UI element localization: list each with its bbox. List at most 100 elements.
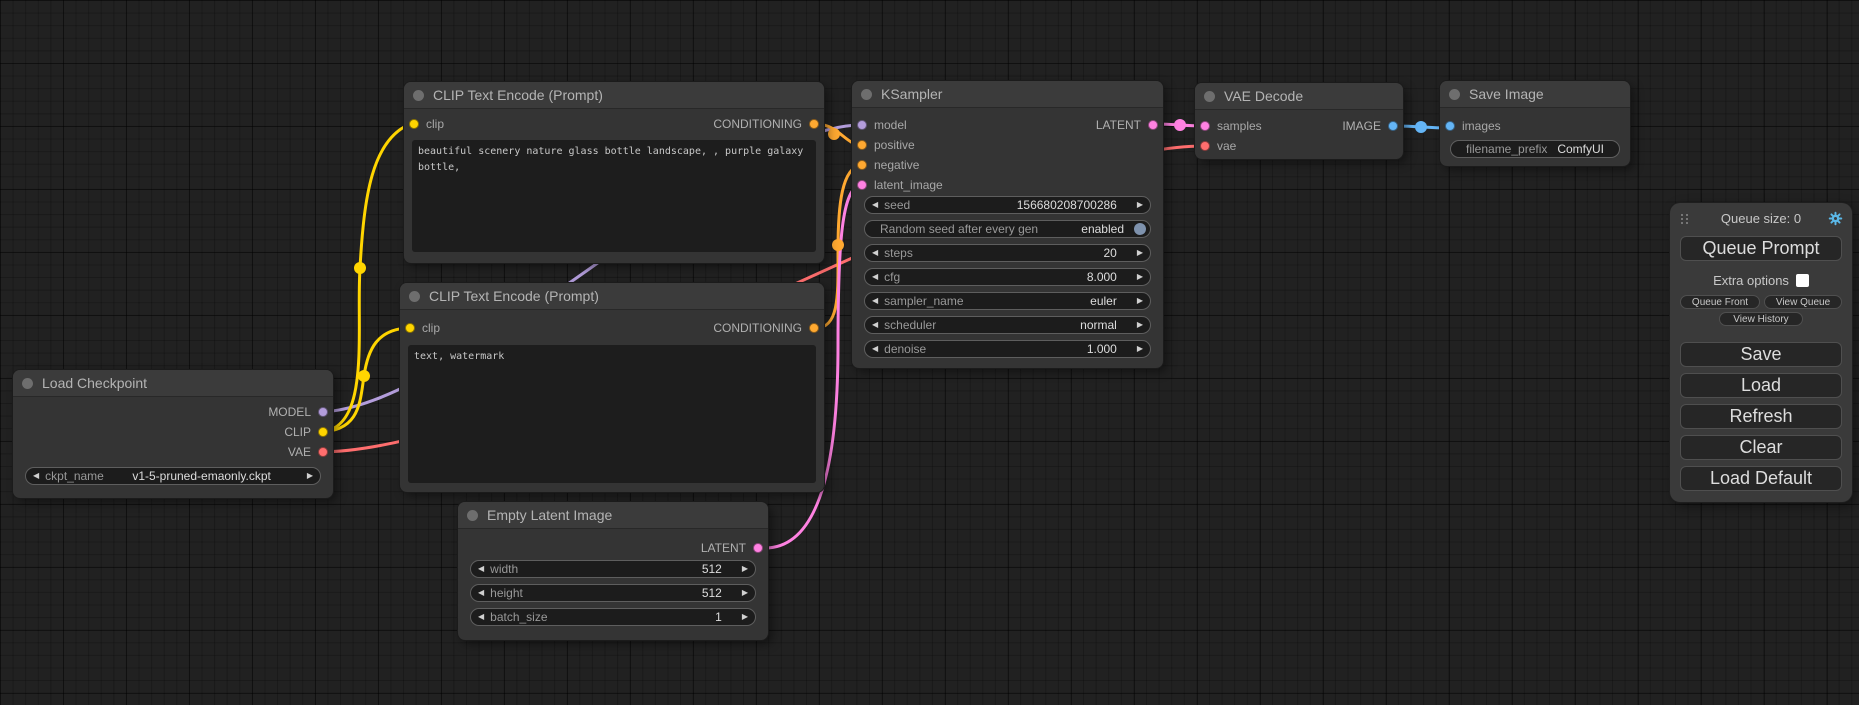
widget-label: sampler_name (884, 294, 963, 308)
toggle-dot[interactable] (1134, 223, 1146, 235)
widget-value: euler (1090, 294, 1117, 308)
increment-arrow-icon[interactable]: ▶ (1137, 345, 1143, 353)
node-title-bar[interactable]: Save Image (1440, 81, 1630, 108)
node-title-bar[interactable]: VAE Decode (1195, 83, 1403, 110)
increment-arrow-icon[interactable]: ▶ (742, 565, 748, 573)
node-clip-text-encode-negative[interactable]: CLIP Text Encode (Prompt) clip CONDITION… (400, 283, 824, 492)
load-default-button[interactable]: Load Default (1680, 466, 1842, 491)
port-row: positive (852, 135, 1163, 155)
settings-gear-icon[interactable] (1828, 211, 1843, 226)
output-port-vae[interactable] (318, 447, 328, 457)
increment-arrow-icon[interactable]: ▶ (742, 589, 748, 597)
extra-options-checkbox[interactable] (1796, 274, 1809, 287)
save-button[interactable]: Save (1680, 342, 1842, 367)
input-port-negative[interactable] (857, 160, 867, 170)
widget-value: 512 (702, 562, 722, 576)
output-port-latent[interactable] (753, 543, 763, 553)
widget-label: batch_size (490, 610, 547, 624)
collapse-dot[interactable] (467, 510, 478, 521)
decrement-arrow-icon[interactable]: ◀ (478, 589, 484, 597)
node-save-image[interactable]: Save Image images filename_prefix ComfyU… (1440, 81, 1630, 166)
node-title-bar[interactable]: KSampler (852, 81, 1163, 108)
increment-arrow-icon[interactable]: ▶ (1137, 321, 1143, 329)
output-row: VAE (13, 442, 333, 462)
widget-sampler-name[interactable]: ◀ sampler_name euler ▶ (864, 292, 1151, 310)
output-port-clip[interactable] (318, 427, 328, 437)
input-label: clip (426, 117, 444, 131)
output-label: CONDITIONING (713, 321, 802, 335)
widget-cfg[interactable]: ◀ cfg 8.000 ▶ (864, 268, 1151, 286)
widget-ckpt-name[interactable]: ◀ ckpt_name v1-5-pruned-emaonly.ckpt ▶ (25, 467, 321, 485)
decrement-arrow-icon[interactable]: ◀ (872, 249, 878, 257)
decrement-arrow-icon[interactable]: ◀ (872, 273, 878, 281)
input-port-clip[interactable] (409, 119, 419, 129)
view-queue-button[interactable]: View Queue (1764, 295, 1842, 309)
collapse-dot[interactable] (409, 291, 420, 302)
input-port-latent-image[interactable] (857, 180, 867, 190)
output-label: LATENT (1096, 118, 1141, 132)
collapse-dot[interactable] (413, 90, 424, 101)
node-vae-decode[interactable]: VAE Decode samples IMAGE vae (1195, 83, 1403, 159)
node-title-bar[interactable]: CLIP Text Encode (Prompt) (404, 82, 824, 109)
input-port-model[interactable] (857, 120, 867, 130)
increment-arrow-icon[interactable]: ▶ (1137, 201, 1143, 209)
output-port-conditioning[interactable] (809, 119, 819, 129)
decrement-arrow-icon[interactable]: ◀ (33, 472, 39, 480)
queue-front-button[interactable]: Queue Front (1680, 295, 1760, 309)
prompt-textarea[interactable]: beautiful scenery nature glass bottle la… (412, 140, 816, 252)
node-title-bar[interactable]: Load Checkpoint (13, 370, 333, 397)
prompt-textarea[interactable]: text, watermark (408, 345, 816, 483)
decrement-arrow-icon[interactable]: ◀ (478, 613, 484, 621)
input-port-vae[interactable] (1200, 141, 1210, 151)
decrement-arrow-icon[interactable]: ◀ (872, 321, 878, 329)
widget-random-seed-toggle[interactable]: Random seed after every gen enabled (864, 220, 1151, 238)
increment-arrow-icon[interactable]: ▶ (1137, 273, 1143, 281)
decrement-arrow-icon[interactable]: ◀ (872, 297, 878, 305)
input-label: positive (874, 138, 915, 152)
increment-arrow-icon[interactable]: ▶ (742, 613, 748, 621)
widget-denoise[interactable]: ◀ denoise 1.000 ▶ (864, 340, 1151, 358)
view-history-button[interactable]: View History (1719, 312, 1803, 326)
node-title: CLIP Text Encode (Prompt) (429, 288, 599, 304)
widget-scheduler[interactable]: ◀ scheduler normal ▶ (864, 316, 1151, 334)
increment-arrow-icon[interactable]: ▶ (307, 472, 313, 480)
refresh-button[interactable]: Refresh (1680, 404, 1842, 429)
decrement-arrow-icon[interactable]: ◀ (872, 345, 878, 353)
clear-button[interactable]: Clear (1680, 435, 1842, 460)
node-empty-latent-image[interactable]: Empty Latent Image LATENT ◀ width 512 ▶ … (458, 502, 768, 640)
input-port-clip[interactable] (405, 323, 415, 333)
collapse-dot[interactable] (1449, 89, 1460, 100)
collapse-dot[interactable] (1204, 91, 1215, 102)
widget-steps[interactable]: ◀ steps 20 ▶ (864, 244, 1151, 262)
output-row: CLIP (13, 422, 333, 442)
decrement-arrow-icon[interactable]: ◀ (478, 565, 484, 573)
input-port-samples[interactable] (1200, 121, 1210, 131)
output-port-conditioning[interactable] (809, 323, 819, 333)
widget-batch-size[interactable]: ◀ batch_size 1 ▶ (470, 608, 756, 626)
node-ksampler[interactable]: KSampler model LATENT positive negative … (852, 81, 1163, 368)
node-title-bar[interactable]: Empty Latent Image (458, 502, 768, 529)
increment-arrow-icon[interactable]: ▶ (1137, 297, 1143, 305)
queue-prompt-button[interactable]: Queue Prompt (1680, 236, 1842, 261)
widget-height[interactable]: ◀ height 512 ▶ (470, 584, 756, 602)
port-row: latent_image (852, 175, 1163, 195)
decrement-arrow-icon[interactable]: ◀ (872, 201, 878, 209)
output-port-model[interactable] (318, 407, 328, 417)
input-port-positive[interactable] (857, 140, 867, 150)
load-button[interactable]: Load (1680, 373, 1842, 398)
output-port-latent[interactable] (1148, 120, 1158, 130)
collapse-dot[interactable] (861, 89, 872, 100)
increment-arrow-icon[interactable]: ▶ (1137, 249, 1143, 257)
output-port-image[interactable] (1388, 121, 1398, 131)
input-port-images[interactable] (1445, 121, 1455, 131)
widget-filename-prefix[interactable]: filename_prefix ComfyUI (1450, 140, 1620, 158)
port-row: clip CONDITIONING (400, 318, 824, 338)
port-row: negative (852, 155, 1163, 175)
node-load-checkpoint[interactable]: Load Checkpoint MODEL CLIP VAE ◀ ckpt_na… (13, 370, 333, 498)
node-title-bar[interactable]: CLIP Text Encode (Prompt) (400, 283, 824, 310)
node-clip-text-encode-positive[interactable]: CLIP Text Encode (Prompt) clip CONDITION… (404, 82, 824, 263)
widget-value: 1 (715, 610, 722, 624)
widget-seed[interactable]: ◀ seed 156680208700286 ▶ (864, 196, 1151, 214)
collapse-dot[interactable] (22, 378, 33, 389)
widget-width[interactable]: ◀ width 512 ▶ (470, 560, 756, 578)
